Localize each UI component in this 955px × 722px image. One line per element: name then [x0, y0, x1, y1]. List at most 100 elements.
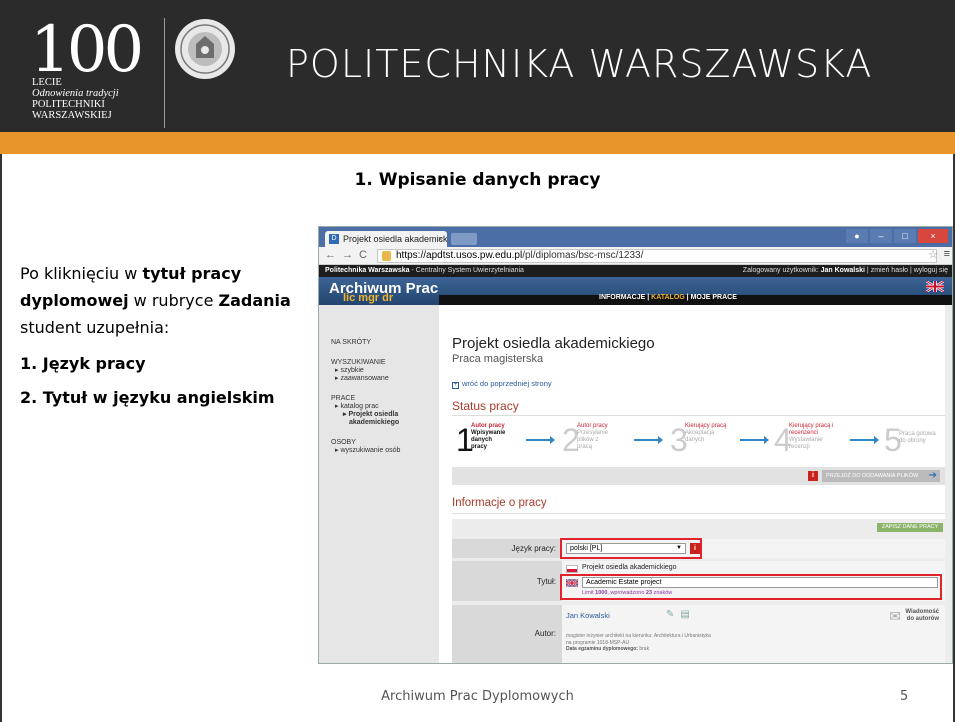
nav-informacje[interactable]: INFORMACJE	[599, 294, 645, 301]
language-label: Język pracy:	[511, 544, 556, 553]
logo-digits: 100	[30, 13, 144, 87]
author-value: Jan Kowalski ✎▤ ✉ Wiadomość do autorów ma…	[562, 605, 947, 663]
edit-icon[interactable]: ✎	[666, 609, 680, 620]
back-icon[interactable]: ←	[325, 249, 342, 261]
sidebar-heading: NA SKRÓTY	[331, 339, 372, 346]
step-line: Wystawianie	[789, 437, 823, 443]
logo-caption: LECIE Odnowienia tradycji POLITECHNIKI W…	[32, 77, 119, 121]
step-line: recenzji	[789, 444, 810, 450]
step-item: 1. Język pracy	[20, 354, 146, 373]
title-label: Tytuł:	[536, 577, 556, 586]
browser-window: D Projekt osiedla akademick × ● – □ × ←→…	[318, 226, 953, 664]
usos-topbar: Politechnika Warszawska - Centralny Syst…	[319, 265, 952, 277]
intro-text-2: w rubryce	[128, 291, 219, 310]
new-tab-button[interactable]	[451, 233, 477, 245]
intro-bold-tasks: Zadania	[218, 291, 291, 310]
step-text: Kierujący pracą Akceptacja danych	[685, 423, 726, 444]
step-role-2: recenzenci	[789, 430, 819, 436]
header-divider	[164, 18, 165, 128]
menu-icon[interactable]: ≡	[944, 248, 950, 260]
logo-line-4: WARSZAWSKIEJ	[32, 110, 112, 121]
sidebar-item-katalog[interactable]: ▸ katalog prac	[331, 403, 427, 411]
tab-close-icon[interactable]: ×	[438, 231, 443, 247]
scrollbar[interactable]	[945, 305, 952, 663]
slide-border-left	[0, 154, 2, 722]
step-arrow-icon	[634, 436, 663, 444]
step-line: plików z	[577, 437, 599, 443]
slide-accent-stripe	[0, 132, 955, 154]
slide-title: 1. Wpisanie danych pracy	[354, 170, 601, 190]
close-window-button[interactable]: ×	[918, 229, 948, 243]
sidebar-heading: WYSZUKIWANIE	[331, 359, 386, 366]
step-text: Autor pracy Przesyłanie plików z pracą	[577, 423, 608, 451]
msg-line: Wiadomość	[905, 609, 939, 615]
user-prefix: Zalogowany użytkownik:	[742, 267, 821, 274]
maximize-button[interactable]: □	[894, 229, 916, 243]
arrow-right-icon: ➔	[928, 470, 937, 481]
logged-user: Zalogowany użytkownik: Jan Kowalski | zm…	[743, 265, 948, 277]
reload-icon[interactable]: C	[359, 249, 373, 261]
step-line: danych	[685, 437, 705, 443]
step-text: Praca gotowa do obrony	[899, 431, 936, 445]
intro-text-3: student uzupełnia:	[20, 318, 170, 337]
topbar-org[interactable]: Politechnika Warszawska	[325, 267, 410, 274]
proceed-to-files-button[interactable]: PRZEJDŹ DO DODAWANIA PLIKÓW ➔	[822, 470, 940, 482]
author-description: magister inżynier architekt na kierunku:…	[566, 633, 826, 653]
logo-line-1: LECIE	[32, 77, 62, 88]
author-name[interactable]: Jan Kowalski	[566, 611, 610, 620]
bookmark-star-icon[interactable]: ☆	[928, 248, 938, 261]
main-content: Projekt osiedla akademickiego Praca magi…	[452, 305, 947, 663]
document-icon[interactable]: ▤	[680, 609, 695, 620]
sidebar-item-zaawansowane[interactable]: ▸ zaawansowane	[331, 375, 427, 383]
author-row: Autor: Jan Kowalski ✎▤ ✉ Wiadomość do aut…	[452, 605, 947, 663]
lock-icon	[382, 251, 391, 261]
user-links[interactable]: | zmień hasło | wyloguj się	[865, 267, 948, 274]
step-role: Kierujący pracą	[685, 423, 727, 429]
main-nav: INFORMACJE | KATALOG | MOJE PRACE	[599, 294, 737, 301]
sidebar-item-wyszukiwanie-osob[interactable]: ▸ wyszukiwanie osób	[331, 447, 427, 455]
message-authors-link[interactable]: Wiadomość do autorów	[905, 609, 939, 623]
step-line: Akceptacja	[685, 430, 715, 436]
tab-title: Projekt osiedla akademick	[343, 234, 447, 244]
back-link[interactable]: + wróć do poprzedniej strony	[452, 379, 552, 389]
sidebar-heading: PRACE	[331, 395, 356, 402]
page-body: NA SKRÓTY WYSZUKIWANIE ▸ szybkie ▸ zaawa…	[319, 305, 952, 663]
sidebar-item-projekt[interactable]: ▸ Projekt osiedla	[331, 411, 427, 419]
sidebar-item-szybkie[interactable]: ▸ szybkie	[331, 367, 427, 375]
step-role: Autor pracy	[577, 423, 608, 429]
save-thesis-button[interactable]: ZAPISZ DANE PRACY	[877, 523, 943, 532]
browser-tab[interactable]: D Projekt osiedla akademick ×	[325, 231, 447, 247]
status-heading: Status pracy	[452, 399, 519, 413]
message-icon[interactable]: ✉	[889, 608, 901, 625]
user-icon[interactable]: ●	[846, 229, 868, 243]
forward-icon[interactable]: →	[342, 249, 359, 261]
minimize-button[interactable]: –	[870, 229, 892, 243]
url-path: /pl/diplomas/bsc-msc/1233/	[522, 250, 644, 261]
intro-text-1: Po kliknięciu w	[20, 264, 143, 283]
address-bar[interactable]: https://apdtst.usos.pw.edu.pl/pl/diploma…	[377, 249, 937, 263]
step-line: pracy	[471, 444, 488, 450]
divider	[452, 513, 947, 514]
site-banner: Archiwum Prac lic mgr dr INFORMACJE | KA…	[319, 277, 952, 305]
site-brand-sub: lic mgr dr	[343, 292, 394, 304]
step-text: Autor pracy Wpisywanie danych pracy	[471, 423, 505, 451]
divider	[452, 415, 947, 416]
step-role: Autor pracy	[471, 423, 505, 429]
exam-date: Data egzaminu dyplomowego: brak	[566, 646, 826, 653]
step-role: Kierujący pracą i	[789, 423, 834, 429]
browser-tabbar: D Projekt osiedla akademick × ● – □ ×	[319, 227, 952, 247]
step-arrow-icon	[526, 436, 555, 444]
step-line: danych	[471, 437, 493, 443]
author-actions: ✎▤	[666, 609, 696, 620]
step-line: pracą	[577, 444, 593, 450]
back-icon: +	[452, 382, 459, 389]
step-text: Kierujący pracą i recenzenci Wystawianie…	[789, 423, 833, 451]
favicon-icon: D	[329, 234, 339, 244]
uk-flag-icon[interactable]	[926, 281, 944, 292]
nav-katalog[interactable]: KATALOG	[651, 294, 685, 301]
exam-date-label: Data egzaminu dyplomowego:	[566, 646, 638, 652]
sidebar-item-projekt-cont[interactable]: akademickiego	[331, 419, 427, 427]
step-line: Wpisywanie	[471, 430, 506, 436]
nav-moje-prace[interactable]: MOJE PRACE	[691, 294, 737, 301]
step-line: Praca gotowa	[899, 431, 936, 437]
